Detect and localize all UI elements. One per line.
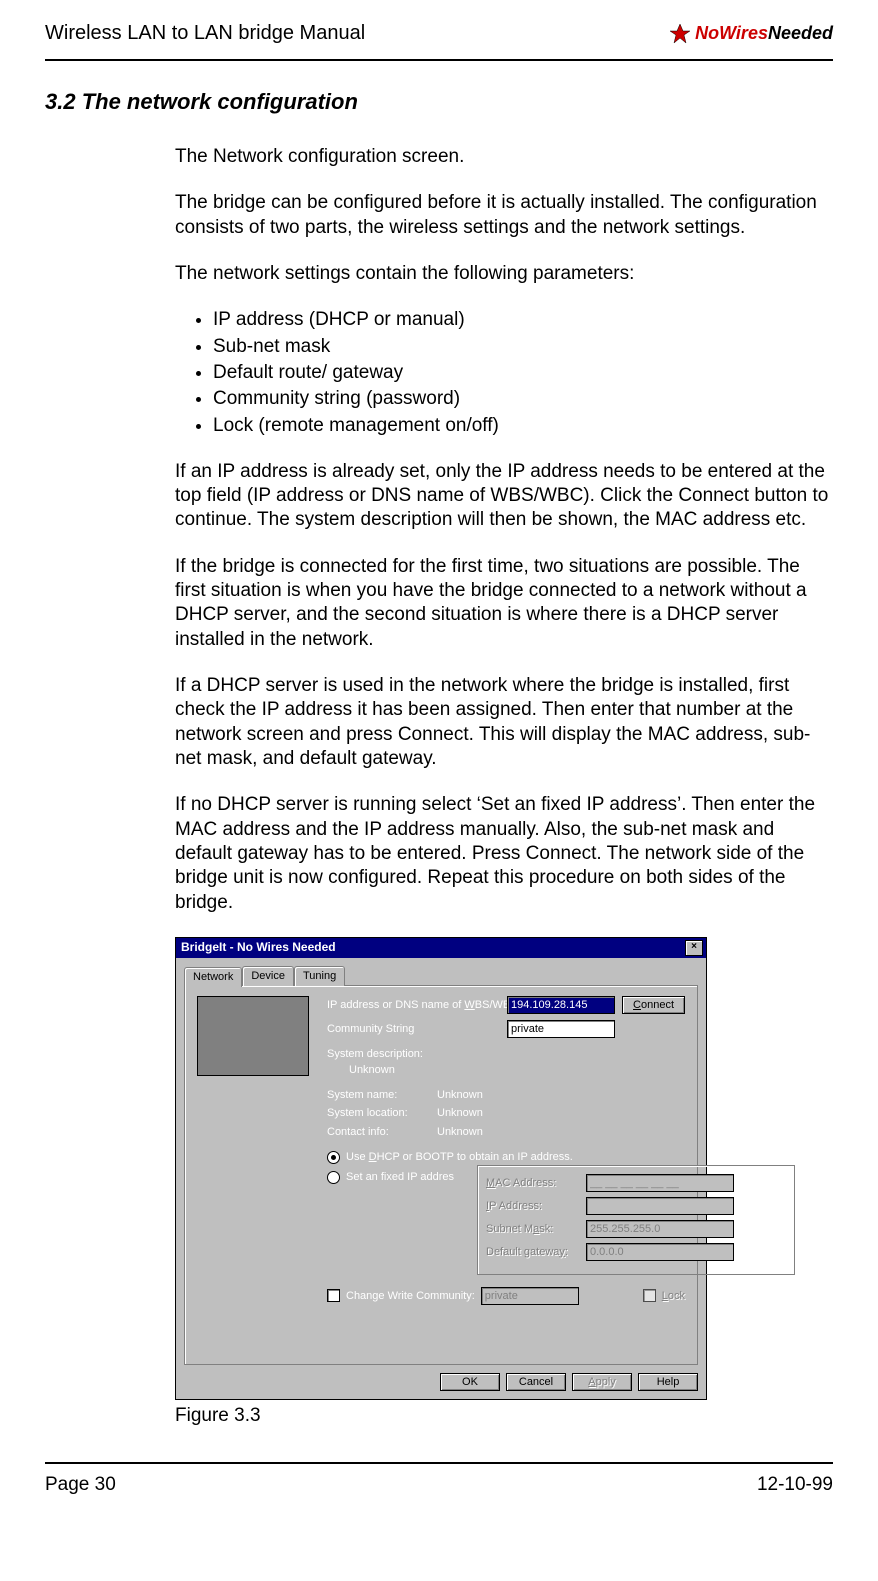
contact-label: Contact info: [327,1124,437,1141]
radio-icon[interactable] [327,1171,340,1184]
fixed-ip-panel: MAC Address: IP Address: Subnet Mask: [477,1165,795,1275]
header-rule [45,59,833,61]
figure-caption: Figure 3.3 [175,1404,833,1428]
sys-location-value: Unknown [437,1105,685,1122]
paragraph: If the bridge is connected for the first… [175,555,833,652]
subnet-input [586,1220,734,1238]
gateway-input [586,1243,734,1261]
connect-button[interactable]: Connect [622,996,685,1014]
gateway-label: Default gateway: [486,1245,586,1259]
nav-pad-icon[interactable] [197,996,309,1076]
cancel-button[interactable]: Cancel [506,1373,566,1391]
dialog-client: Network Device Tuning IP address or DNS … [176,958,706,1399]
list-item: Default route/ gateway [213,361,833,385]
ok-button[interactable]: OK [440,1373,500,1391]
form-area: IP address or DNS name of WBS/WBC: Conne… [327,996,685,1305]
logo-icon [669,23,691,45]
apply-button: Apply [572,1373,632,1391]
dialog-button-row: OK Cancel Apply Help [184,1365,698,1391]
section-title: 3.2 The network configuration [45,89,833,115]
tab-network[interactable]: Network [184,967,242,987]
cwc-input [481,1287,579,1305]
footer-date: 12-10-99 [757,1474,833,1496]
logo-text-black: Needed [768,23,833,43]
radio-icon[interactable] [327,1151,340,1164]
mac-label: MAC Address: [486,1176,586,1190]
tab-strip: Network Device Tuning [184,966,698,986]
list-item: IP address (DHCP or manual) [213,308,833,332]
bullet-list: IP address (DHCP or manual) Sub-net mask… [175,308,833,438]
sys-desc-value: Unknown [349,1062,685,1079]
radio-dhcp[interactable]: Use DHCP or BOOTP to obtain an IP addres… [327,1150,685,1164]
lock-label: Lock [662,1289,685,1303]
list-item: Sub-net mask [213,335,833,359]
change-write-community-row: Change Write Community: Lock [327,1287,685,1305]
tab-tuning[interactable]: Tuning [294,966,345,986]
community-input[interactable] [507,1020,615,1038]
logo: NoWiresNeeded [669,23,833,45]
ip-dns-label: IP address or DNS name of WBS/WBC: [327,998,507,1012]
ip-dns-input[interactable] [507,996,615,1014]
tab-panel-network: IP address or DNS name of WBS/WBC: Conne… [184,985,698,1365]
paragraph: If an IP address is already set, only th… [175,460,833,533]
logo-text-red: NoWires [695,23,768,43]
list-item: Lock (remote management on/off) [213,414,833,438]
body: The Network configuration screen. The br… [175,145,833,1428]
system-info: System description: Unknown System name:… [327,1046,685,1141]
sys-name-value: Unknown [437,1087,685,1104]
ip-input [586,1197,734,1215]
community-label: Community String [327,1022,507,1036]
page-number: Page 30 [45,1474,116,1496]
subnet-label: Subnet Mask: [486,1222,586,1236]
cwc-checkbox[interactable] [327,1289,340,1302]
close-icon[interactable]: × [685,940,703,956]
cwc-label: Change Write Community: [346,1289,475,1303]
header: Wireless LAN to LAN bridge Manual NoWire… [45,22,833,45]
list-item: Community string (password) [213,387,833,411]
sys-name-label: System name: [327,1087,437,1104]
help-button[interactable]: Help [638,1373,698,1391]
dialog-titlebar[interactable]: BridgeIt - No Wires Needed × [176,938,706,958]
paragraph: If no DHCP server is running select ‘Set… [175,793,833,915]
sys-location-label: System location: [327,1105,437,1122]
paragraph: The bridge can be configured before it i… [175,191,833,240]
ip-label: IP Address: [486,1199,586,1213]
footer-rule [45,1462,833,1464]
mac-input [586,1174,734,1192]
doc-title: Wireless LAN to LAN bridge Manual [45,22,365,45]
bridgeit-dialog: BridgeIt - No Wires Needed × Network Dev… [175,937,707,1400]
lock-checkbox [643,1289,656,1302]
paragraph: If a DHCP server is used in the network … [175,674,833,771]
page: Wireless LAN to LAN bridge Manual NoWire… [0,0,878,1516]
sys-desc-label: System description: [327,1046,685,1063]
contact-value: Unknown [437,1124,685,1141]
dialog-title: BridgeIt - No Wires Needed [181,940,336,955]
tab-device[interactable]: Device [242,966,294,986]
paragraph: The Network configuration screen. [175,145,833,169]
footer: Page 30 12-10-99 [45,1474,833,1496]
paragraph: The network settings contain the followi… [175,262,833,286]
